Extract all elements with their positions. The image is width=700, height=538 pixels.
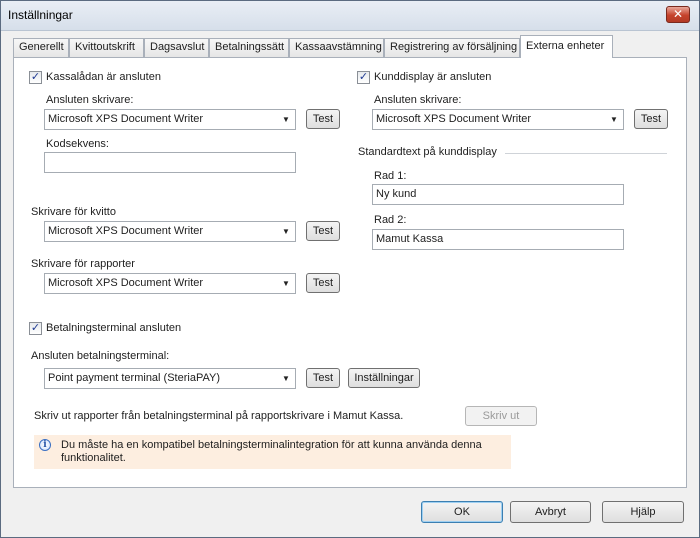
chevron-down-icon: ▼: [282, 374, 290, 383]
tab-dagsavslut[interactable]: Dagsavslut: [144, 38, 209, 57]
tab-generellt[interactable]: Generellt: [13, 38, 69, 57]
customer-display-test-button[interactable]: Test: [634, 109, 668, 129]
standard-text-group-label: Standardtext på kunddisplay: [358, 146, 497, 158]
print-reports-button[interactable]: Skriv ut: [465, 406, 537, 426]
report-printer-select[interactable]: Microsoft XPS Document Writer ▼: [44, 273, 296, 294]
row2-label: Rad 2:: [374, 214, 407, 226]
tab-kassaavstamning[interactable]: Kassaavstämning: [289, 38, 384, 57]
cash-drawer-printer-value: Microsoft XPS Document Writer: [48, 113, 204, 125]
payment-terminal-value: Point payment terminal (SteriaPAY): [48, 372, 220, 384]
row1-label: Rad 1:: [374, 170, 407, 182]
cash-drawer-printer-select[interactable]: Microsoft XPS Document Writer ▼: [44, 109, 296, 130]
close-button[interactable]: ✕: [666, 6, 690, 23]
payment-terminal-test-button[interactable]: Test: [306, 368, 340, 388]
window-title: Inställningar: [8, 8, 73, 22]
info-icon: i: [39, 439, 51, 451]
info-box: i Du måste ha en kompatibel betalningste…: [34, 435, 511, 469]
chevron-down-icon: ▼: [282, 227, 290, 236]
settings-dialog: Inställningar ✕ Generellt Kvittoutskrift…: [0, 0, 700, 538]
report-printer-test-button[interactable]: Test: [306, 273, 340, 293]
info-message: Du måste ha en kompatibel betalningsterm…: [61, 439, 482, 464]
customer-display-printer-select[interactable]: Microsoft XPS Document Writer ▼: [372, 109, 624, 130]
chevron-down-icon: ▼: [282, 279, 290, 288]
cash-drawer-printer-label: Ansluten skrivare:: [46, 94, 134, 106]
receipt-printer-value: Microsoft XPS Document Writer: [48, 225, 204, 237]
code-sequence-input[interactable]: [44, 152, 296, 173]
customer-display-printer-label: Ansluten skrivare:: [374, 94, 462, 106]
cash-drawer-test-button[interactable]: Test: [306, 109, 340, 129]
tab-betalningssatt[interactable]: Betalningssätt: [209, 38, 289, 57]
cash-drawer-checkbox[interactable]: ✓: [29, 71, 42, 84]
report-printer-value: Microsoft XPS Document Writer: [48, 277, 204, 289]
cancel-button[interactable]: Avbryt: [510, 501, 591, 523]
ok-button[interactable]: OK: [421, 501, 503, 523]
receipt-printer-test-button[interactable]: Test: [306, 221, 340, 241]
report-printer-label: Skrivare för rapporter: [31, 258, 135, 270]
row2-input[interactable]: Mamut Kassa: [372, 229, 624, 250]
tab-kvittoutskrift[interactable]: Kvittoutskrift: [69, 38, 144, 57]
chevron-down-icon: ▼: [610, 115, 618, 124]
payment-terminal-label: Betalningsterminal ansluten: [46, 322, 182, 334]
customer-display-printer-value: Microsoft XPS Document Writer: [376, 113, 532, 125]
customer-display-label: Kunddisplay är ansluten: [374, 71, 492, 83]
help-button[interactable]: Hjälp: [602, 501, 684, 523]
row1-input[interactable]: Ny kund: [372, 184, 624, 205]
group-divider: [505, 153, 667, 154]
code-sequence-label: Kodsekvens:: [46, 138, 109, 150]
title-bar: Inställningar ✕: [1, 1, 699, 31]
customer-display-checkbox[interactable]: ✓: [357, 71, 370, 84]
tab-registrering-av-forsaljning[interactable]: Registrering av försäljning: [384, 38, 520, 57]
chevron-down-icon: ▼: [282, 115, 290, 124]
connected-terminal-label: Ansluten betalningsterminal:: [31, 350, 170, 362]
print-reports-text: Skriv ut rapporter från betalningstermin…: [34, 410, 404, 422]
payment-terminal-select[interactable]: Point payment terminal (SteriaPAY) ▼: [44, 368, 296, 389]
receipt-printer-label: Skrivare för kvitto: [31, 206, 116, 218]
tab-externa-enheter[interactable]: Externa enheter: [520, 35, 613, 58]
externa-enheter-panel: ✓ Kassalådan är ansluten Ansluten skriva…: [13, 57, 687, 488]
receipt-printer-select[interactable]: Microsoft XPS Document Writer ▼: [44, 221, 296, 242]
cash-drawer-label: Kassalådan är ansluten: [46, 71, 161, 83]
payment-terminal-checkbox[interactable]: ✓: [29, 322, 42, 335]
payment-terminal-settings-button[interactable]: Inställningar: [348, 368, 420, 388]
